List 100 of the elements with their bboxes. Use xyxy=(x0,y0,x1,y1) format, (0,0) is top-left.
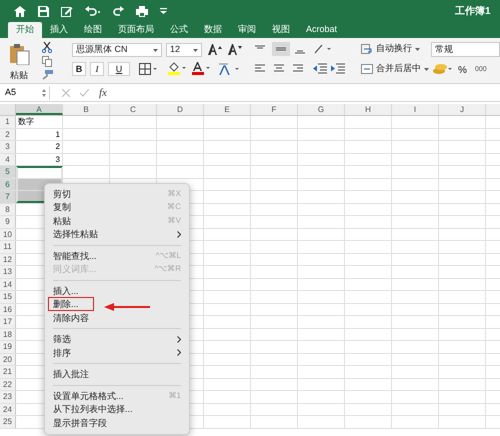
home-icon[interactable] xyxy=(14,6,26,16)
align-left-icon[interactable] xyxy=(254,64,266,74)
menu-item[interactable]: 复制 xyxy=(49,201,75,214)
increase-font-icon[interactable] xyxy=(208,44,222,55)
wrap-text-button[interactable]: 自动换行 xyxy=(361,42,420,56)
row-header[interactable]: 18 xyxy=(0,328,16,340)
menu-item[interactable]: 从下拉列表中选择... xyxy=(49,403,137,416)
row-header[interactable]: 23 xyxy=(0,391,16,402)
font-size-dropdown[interactable]: 12 xyxy=(166,43,202,57)
align-middle-icon[interactable] xyxy=(272,42,290,56)
column-header[interactable]: E xyxy=(204,104,251,115)
table-cell: 1 xyxy=(16,128,63,140)
row-header[interactable]: 12 xyxy=(0,254,16,265)
row-header[interactable]: 25 xyxy=(0,416,16,428)
menu-item[interactable]: 剪切 xyxy=(49,188,75,200)
row-header[interactable]: 11 xyxy=(0,241,16,252)
ribbon-tab[interactable]: Acrobat xyxy=(298,22,346,38)
row-header[interactable]: 8 xyxy=(0,204,16,215)
paste-label[interactable]: 粘贴 xyxy=(10,69,28,82)
column-header[interactable]: D xyxy=(157,104,204,115)
column-header[interactable]: F xyxy=(251,104,298,115)
row-header[interactable]: 4 xyxy=(0,154,16,165)
shortcut-label: ^⌥⌘L xyxy=(156,250,181,262)
save-icon[interactable] xyxy=(38,6,49,16)
menu-item[interactable]: 清除内容 xyxy=(49,312,93,324)
row-header[interactable]: 2 xyxy=(0,128,16,140)
menu-item[interactable]: 插入批注 xyxy=(49,368,93,380)
cut-icon[interactable] xyxy=(42,42,52,53)
percent-button[interactable]: % xyxy=(458,63,467,78)
orientation-icon[interactable] xyxy=(313,43,331,55)
ribbon-tab[interactable]: 审阅 xyxy=(230,22,264,38)
menu-item[interactable]: 显示拼音字段 xyxy=(49,416,111,429)
merge-center-button[interactable]: 合并后居中 xyxy=(361,62,429,76)
ribbon-tab[interactable]: 插入 xyxy=(42,22,76,38)
ribbon-tab[interactable]: 视图 xyxy=(264,22,298,38)
print-icon[interactable] xyxy=(136,6,148,16)
column-header[interactable]: G xyxy=(298,104,345,115)
column-header[interactable]: J xyxy=(439,104,486,115)
row-header[interactable]: 9 xyxy=(0,216,16,228)
underline-button[interactable]: U xyxy=(108,62,130,76)
row-header[interactable]: 22 xyxy=(0,378,16,390)
borders-icon[interactable] xyxy=(139,63,157,75)
row-header[interactable]: 24 xyxy=(0,404,16,415)
customize-icon[interactable] xyxy=(160,8,167,14)
format-painter-icon[interactable] xyxy=(42,70,53,80)
row-header[interactable]: 13 xyxy=(0,266,16,278)
font-name-dropdown[interactable]: 思源黑体 CN xyxy=(72,43,162,57)
paste-icon[interactable] xyxy=(9,43,31,65)
menu-item[interactable]: 排序 xyxy=(49,346,75,359)
shortcut-label: ^⌥⌘R xyxy=(154,263,181,276)
decrease-indent-icon[interactable] xyxy=(313,63,327,74)
menu-item[interactable]: 删除... xyxy=(49,298,93,310)
menu-item[interactable]: 插入... xyxy=(49,284,83,297)
column-header[interactable]: H xyxy=(345,104,392,115)
font-color-icon[interactable] xyxy=(192,62,210,75)
column-header[interactable]: C xyxy=(110,104,157,115)
row-header[interactable]: 10 xyxy=(0,228,16,240)
row-header[interactable]: 14 xyxy=(0,278,16,290)
row-header[interactable]: 21 xyxy=(0,366,16,378)
row-header[interactable]: 7 xyxy=(0,191,16,202)
selected-cell[interactable] xyxy=(16,166,63,178)
increase-indent-icon[interactable] xyxy=(331,63,345,74)
name-box[interactable]: A5 xyxy=(2,86,50,100)
row-header[interactable]: 19 xyxy=(0,341,16,352)
row-header[interactable]: 1 xyxy=(0,116,16,128)
bold-button[interactable]: B xyxy=(72,62,86,76)
redo-icon[interactable] xyxy=(113,6,124,16)
row-header[interactable]: 15 xyxy=(0,291,16,302)
menu-item[interactable]: 选择性粘贴 xyxy=(49,228,102,240)
menu-item[interactable]: 设置单元格格式... xyxy=(49,390,128,402)
ribbon-tab[interactable]: 开始 xyxy=(8,22,42,38)
decrease-font-icon[interactable] xyxy=(228,44,242,55)
row-header[interactable]: 17 xyxy=(0,316,16,328)
menu-item[interactable]: 粘贴 xyxy=(49,214,75,227)
insert-function-button[interactable]: fx xyxy=(99,84,107,102)
ribbon-tab[interactable]: 页面布局 xyxy=(110,22,162,38)
row-header[interactable]: 3 xyxy=(0,141,16,152)
column-header[interactable]: I xyxy=(392,104,439,115)
column-header[interactable]: B xyxy=(63,104,110,115)
fill-color-icon[interactable] xyxy=(168,62,186,75)
row-header[interactable]: 6 xyxy=(0,178,16,190)
align-right-icon[interactable] xyxy=(292,64,304,74)
row-header[interactable]: 5 xyxy=(0,166,16,178)
column-header[interactable]: A xyxy=(16,104,63,115)
edit-icon[interactable] xyxy=(61,6,73,16)
ribbon-tab[interactable]: 数据 xyxy=(196,22,230,38)
row-header[interactable]: 20 xyxy=(0,354,16,365)
check-icon[interactable] xyxy=(80,89,89,97)
pointer-arrow-icon xyxy=(104,303,150,311)
italic-button[interactable]: I xyxy=(90,62,104,76)
number-format-dropdown[interactable]: 常规 xyxy=(431,42,500,57)
phonetic-icon[interactable] xyxy=(218,62,240,75)
ribbon-tab[interactable]: 公式 xyxy=(162,22,196,38)
ribbon-tab[interactable]: 绘图 xyxy=(76,22,110,38)
undo-icon[interactable] xyxy=(85,6,101,16)
align-center-icon[interactable] xyxy=(273,64,285,74)
row-header[interactable]: 16 xyxy=(0,304,16,315)
menu-item[interactable]: 筛选 xyxy=(49,333,75,346)
table-cell: 3 xyxy=(16,154,63,165)
menu-item[interactable]: 智能查找... xyxy=(49,250,101,262)
